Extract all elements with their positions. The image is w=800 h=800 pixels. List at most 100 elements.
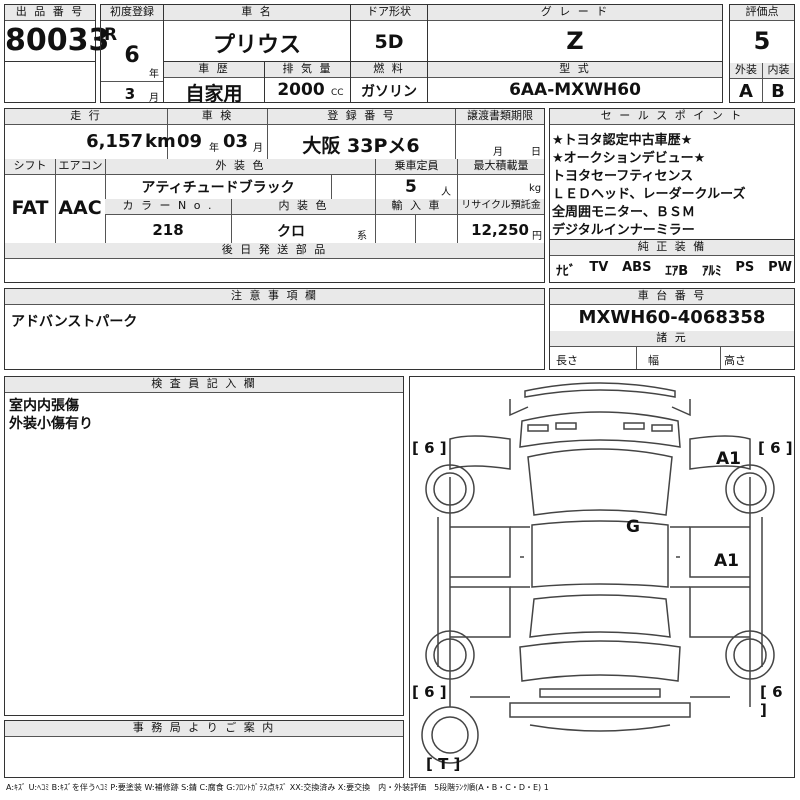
history-label: 車 歴 [164, 62, 264, 78]
inspector-label: 検 査 員 記 入 欄 [5, 377, 403, 393]
equipment-item: ｴｱB [665, 264, 689, 279]
fuel-label: 燃 料 [351, 62, 427, 78]
lot-label: 出 品 番 号 [5, 5, 95, 21]
width-label: 幅 [648, 354, 659, 367]
capacity-unit: 人 [441, 187, 451, 198]
later-parts-label: 後 日 発 送 部 品 [5, 243, 544, 259]
history-box: 車 歴 自家用 [163, 61, 265, 105]
door-box: ドア形状 5D [350, 4, 428, 62]
sales-points-box: セ ー ル ス ポ イ ン ト ★トヨタ認定中古車歴★ ★オークションデビュー★… [549, 108, 795, 240]
int-grade: B [771, 81, 785, 102]
insp-month-unit: 月 [253, 143, 263, 154]
door: 5D [374, 31, 404, 53]
tire-front-left-label: [ 6 ] [412, 439, 447, 457]
lot-number: 80033 [5, 23, 110, 58]
notes-box: 注 意 事 項 欄 アドバンストパーク [4, 288, 545, 370]
equipment-item: ABS [622, 260, 652, 275]
legend: A:ｷｽﾞ U:ﾍｺﾐ B:ｷｽﾞを伴うﾍｺﾐ P:要塗装 W:補修跡 S:錆 … [6, 783, 549, 792]
chassis-number: MXWH60-4068358 [578, 307, 766, 328]
grade: Z [566, 27, 584, 55]
month-value: 3 [124, 85, 136, 103]
int-color-unit: 系 [357, 231, 367, 242]
int-color-label: 内 装 色 [231, 199, 375, 215]
office-label: 事 務 局 よ り ご 案 内 [5, 721, 403, 737]
equipment-item: TV [589, 260, 609, 275]
damage-mark-a1-mid: A1 [714, 551, 739, 571]
sales-line-5: 全周囲モニター、ＢＳＭ [552, 205, 695, 220]
displacement: 2000 [277, 80, 325, 100]
int-color: クロ [277, 224, 305, 240]
transfer-label: 譲渡書類期限 [455, 109, 544, 125]
ext-label: 外装 [730, 63, 762, 79]
chassis-box: 車 台 番 号 MXWH60-4068358 諸 元 長さ 幅 高さ [549, 288, 795, 370]
mileage-label: 走 行 [5, 109, 167, 125]
grade-box: グ レ ー ド Z [427, 4, 723, 62]
specs-label: 諸 元 [550, 331, 794, 347]
equipment-item: PW [768, 260, 792, 275]
sales-points-label: セ ー ル ス ポ イ ン ト [550, 109, 794, 125]
equipment-list: ﾅﾋﾞ TV ABS ｴｱB ｱﾙﾐ PS PW [556, 260, 792, 279]
chassis-label: 車 台 番 号 [550, 289, 794, 305]
office-box: 事 務 局 よ り ご 案 内 [4, 720, 404, 778]
tire-rear-left-label: [ 6 ] [412, 683, 447, 701]
import-label: 輸 入 車 [375, 199, 457, 215]
equipment-item: PS [735, 260, 755, 275]
door-label: ドア形状 [351, 5, 427, 21]
tire-front-right-label: [ 6 ] [758, 439, 793, 457]
mileage: 6,157 [86, 131, 143, 152]
equipment-label: 純 正 装 備 [550, 240, 794, 256]
sales-line-4: ＬＥＤヘッド、レーダークルーズ [552, 187, 746, 202]
ac-label: エアコン [55, 159, 105, 175]
color-no-label: カ ラ ー N o . [105, 199, 231, 215]
first-reg-box: 初度登録 R 6 年 3 月 [100, 4, 164, 104]
reg-label: 登 録 番 号 [267, 109, 455, 125]
model-label: 型 式 [428, 62, 722, 78]
inspection-label: 車 検 [167, 109, 267, 125]
length-label: 長さ [556, 354, 578, 367]
transfer-day-unit: 日 [531, 147, 541, 158]
fuel-box: 燃 料 ガソリン [350, 61, 428, 103]
sales-line-3: トヨタセーフティセンス [552, 169, 694, 184]
equipment-box: 純 正 装 備 ﾅﾋﾞ TV ABS ｴｱB ｱﾙﾐ PS PW [549, 239, 795, 283]
lot-blank [4, 61, 96, 103]
inspector-box: 検 査 員 記 入 欄 室内内張傷 外装小傷有り [4, 376, 404, 716]
load-label: 最大積載量 [457, 159, 544, 175]
equipment-item: ﾅﾋﾞ [556, 264, 576, 279]
displacement-label: 排 気 量 [265, 62, 350, 78]
first-reg-label: 初度登録 [101, 5, 163, 21]
ext-color: アティチュードブラック [141, 180, 295, 196]
car-name: プリウス [212, 33, 301, 58]
car-diagram-svg [421, 382, 775, 764]
damage-mark-a1-top: A1 [716, 449, 741, 469]
grade-label: グ レ ー ド [428, 5, 722, 21]
sales-line-6: デジタルインナーミラー [552, 223, 695, 238]
score-box: 評価点 5 外装 内装 A B [729, 4, 795, 103]
height-label: 高さ [724, 354, 746, 367]
sales-line-2: ★オークションデビュー★ [552, 151, 706, 166]
model-box: 型 式 6AA-MXWH60 [427, 61, 723, 103]
car-name-label: 車 名 [164, 5, 350, 21]
displacement-box: 排 気 量 2000 CC [264, 61, 351, 103]
fuel: ガソリン [361, 84, 417, 100]
details-box: 走 行 車 検 登 録 番 号 譲渡書類期限 6,157 km 09 年 03 … [4, 108, 545, 283]
displacement-unit: CC [331, 88, 344, 98]
ac: AAC [58, 197, 102, 219]
inspector-line-1: 室内内張傷 [9, 398, 79, 414]
inspector-line-2: 外装小傷有り [9, 416, 93, 432]
reg-number: 大阪 33Pメ6 [302, 135, 420, 157]
ext-color-label: 外 装 色 [105, 159, 375, 175]
notes-text: アドバンストパーク [11, 314, 138, 330]
capacity: 5 [405, 177, 417, 197]
equipment-item: ｱﾙﾐ [702, 264, 722, 279]
tire-rear-right-label: [ 6 ] [760, 683, 783, 719]
notes-label: 注 意 事 項 欄 [5, 289, 544, 305]
lot-box: 出 品 番 号 80033 [4, 4, 110, 62]
car-name-box: 車 名 プリウス [163, 4, 351, 62]
shift-label: シフト [5, 159, 55, 175]
year-value: 6 [124, 43, 140, 68]
damage-mark-g: G [626, 517, 640, 537]
era: R [104, 25, 118, 45]
year-unit: 年 [149, 69, 159, 80]
recycle-unit: 円 [532, 231, 542, 242]
spare-tire-label: [ T ] [426, 755, 461, 773]
